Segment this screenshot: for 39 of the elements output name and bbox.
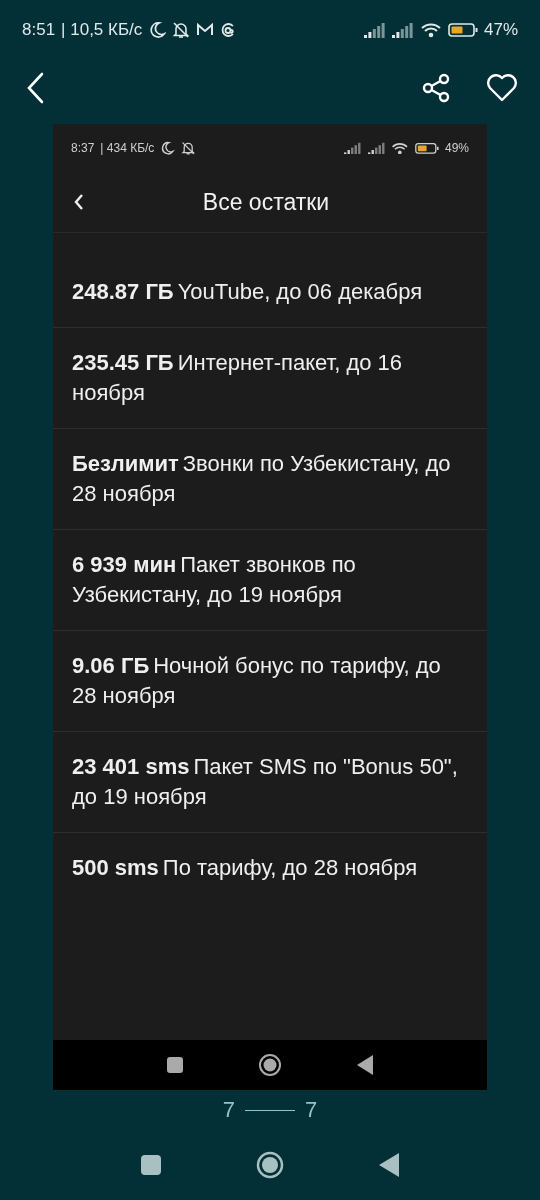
battery-percent: 49% bbox=[444, 141, 469, 155]
bell-off-icon bbox=[180, 140, 196, 156]
signal-icon bbox=[391, 22, 414, 38]
wifi-icon bbox=[391, 141, 409, 155]
wifi-icon bbox=[419, 22, 442, 38]
balance-item: 235.45 ГБ Интернет-пакет, до 16 ноября bbox=[53, 328, 487, 429]
balance-item: 500 sms По тарифу, до 28 ноября bbox=[71, 854, 419, 882]
recents-icon[interactable] bbox=[141, 1155, 161, 1175]
screen-title: Все остатки bbox=[201, 188, 331, 216]
mail-icon bbox=[196, 22, 215, 38]
back-button[interactable] bbox=[26, 71, 44, 104]
signal-icon bbox=[367, 141, 386, 155]
heart-icon[interactable] bbox=[486, 73, 518, 102]
signal-icon bbox=[344, 141, 362, 155]
status-time: 8:37 bbox=[71, 141, 95, 155]
moon-icon bbox=[148, 21, 167, 39]
status-time: 8:51 bbox=[22, 20, 56, 40]
page-total: 7 bbox=[305, 1097, 318, 1123]
balance-item: 9.06 ГБ Ночной бонус по тарифу, до 28 ноября bbox=[53, 631, 487, 732]
balance-item: 248.87 ГБ YouTube, до 06 декабря bbox=[53, 233, 487, 328]
network-speed: | 10,5 КБ/с bbox=[61, 20, 143, 40]
back-icon[interactable] bbox=[379, 1153, 399, 1177]
bell-off-icon bbox=[172, 21, 191, 39]
share-icon[interactable] bbox=[422, 72, 450, 103]
battery-icon bbox=[447, 22, 478, 38]
balance-item: 23 401 sms Пакет SMS по "Bonus 50", до 19 ноября bbox=[53, 732, 487, 833]
battery-percent: 47% bbox=[483, 20, 518, 40]
balance-item: 6 939 мин Пакет звонков по Узбекистану, до 19 ноября bbox=[53, 530, 487, 631]
back-button[interactable] bbox=[73, 193, 85, 211]
battery-icon bbox=[414, 141, 439, 155]
moon-icon bbox=[160, 140, 175, 156]
network-speed: | 434 КБ/с bbox=[100, 141, 155, 155]
home-icon[interactable] bbox=[258, 1053, 282, 1077]
signal-icon bbox=[363, 22, 386, 38]
threads-icon bbox=[220, 21, 237, 39]
back-icon[interactable] bbox=[357, 1055, 373, 1075]
home-icon[interactable] bbox=[256, 1151, 284, 1179]
balance-item: Безлимит Звонки по Узбекистану, до 28 ноября bbox=[53, 429, 487, 530]
page-number: 7 bbox=[222, 1097, 235, 1123]
